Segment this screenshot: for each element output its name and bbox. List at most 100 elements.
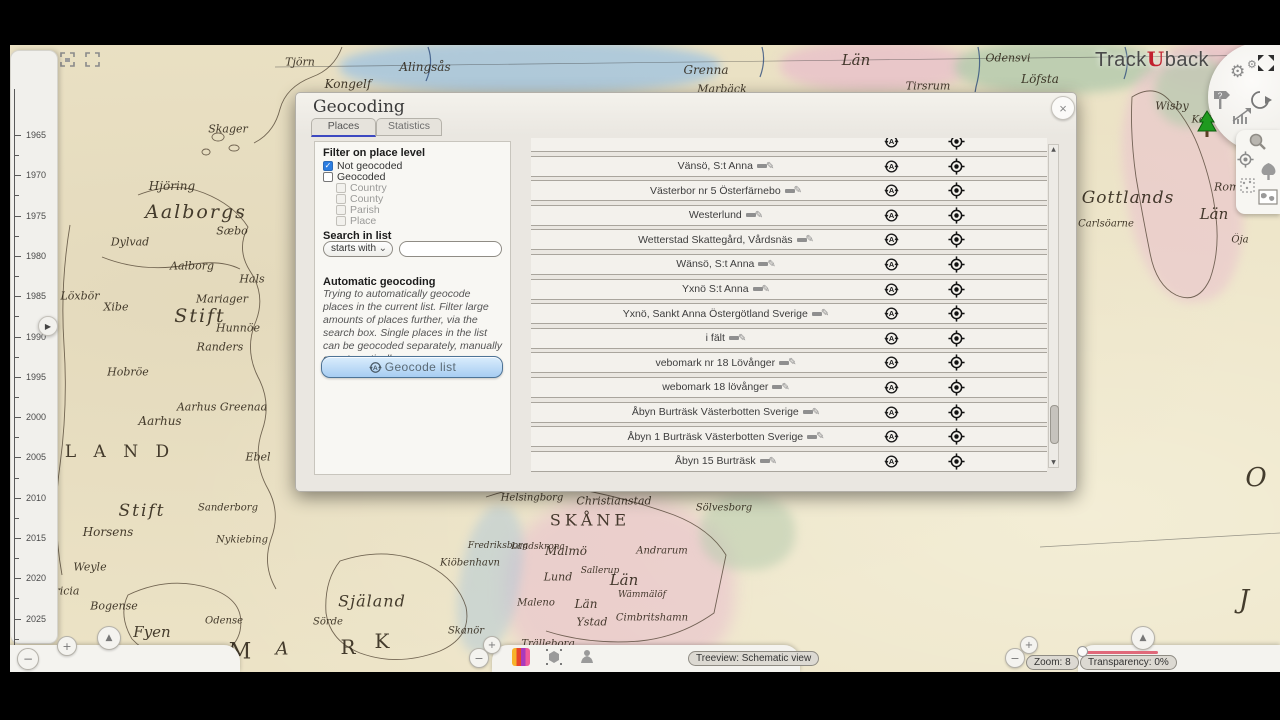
edit-icon[interactable]: ✎: [796, 234, 814, 245]
place-label: Åbyn 15 Burträsk: [675, 455, 756, 468]
auto-geocode-icon[interactable]: A: [883, 231, 900, 248]
place-name[interactable]: Wänsö, S:t Anna ✎: [531, 255, 921, 274]
tree-marker[interactable]: [1196, 110, 1218, 138]
world-map-icon[interactable]: [1258, 189, 1278, 205]
place-name[interactable]: Åbyn 15 Burträsk ✎: [531, 452, 921, 471]
restore-view-icon[interactable]: [59, 51, 76, 68]
geocode-list-button[interactable]: A Geocode list: [321, 356, 503, 378]
locate-icon[interactable]: [948, 138, 965, 150]
auto-geocode-icon[interactable]: A: [883, 281, 900, 298]
close-button[interactable]: ×: [1051, 96, 1075, 120]
bottom-left-expand-button[interactable]: ▲: [97, 626, 121, 650]
center-minus-button[interactable]: −: [469, 648, 489, 668]
scroll-down-icon[interactable]: ▼: [1049, 459, 1058, 466]
locate-icon[interactable]: [948, 207, 965, 224]
auto-geocode-icon[interactable]: A: [883, 207, 900, 224]
edit-icon[interactable]: ✎: [752, 284, 770, 295]
edit-icon[interactable]: ✎: [784, 185, 802, 196]
svg-text:A: A: [889, 211, 895, 220]
auto-geocode-icon[interactable]: A: [883, 182, 900, 199]
locate-icon[interactable]: [948, 330, 965, 347]
place-name[interactable]: Westerlund ✎: [531, 206, 921, 225]
frame-view-icon[interactable]: [84, 51, 101, 68]
list-scrollbar[interactable]: ▲ ▼: [1048, 144, 1059, 468]
magnifier-icon[interactable]: [1248, 132, 1267, 151]
place-name[interactable]: Vänsö, S:t Anna ✎: [531, 157, 921, 176]
auto-geocode-icon[interactable]: A: [883, 354, 900, 371]
edit-icon[interactable]: ✎: [758, 259, 776, 270]
locate-icon[interactable]: [948, 453, 965, 470]
timeline-year-label: 2000: [26, 412, 47, 423]
edit-icon[interactable]: ✎: [759, 456, 777, 467]
edit-icon[interactable]: ✎: [802, 407, 820, 418]
locate-icon[interactable]: [948, 182, 965, 199]
locate-icon[interactable]: [948, 428, 965, 445]
scrollbar-thumb[interactable]: [1050, 405, 1059, 444]
locate-icon[interactable]: [948, 403, 965, 421]
place-name[interactable]: Yxnö S:t Anna ✎: [531, 280, 921, 299]
edit-icon[interactable]: ✎: [745, 210, 763, 221]
auto-geocode-icon[interactable]: A: [883, 256, 900, 273]
auto-geocode-icon[interactable]: A: [883, 158, 900, 175]
timeline-zoom-in-button[interactable]: +: [57, 636, 77, 656]
place-name[interactable]: Åbyn 1 Burträsk Västerbotten Sverige ✎: [531, 427, 921, 446]
timeline-handle[interactable]: ▶: [38, 316, 58, 336]
svg-text:A: A: [889, 432, 895, 441]
fullscreen-icon[interactable]: [1256, 53, 1276, 73]
svg-text:A: A: [889, 457, 895, 466]
edit-icon[interactable]: ✎: [756, 161, 774, 172]
auto-geocode-icon[interactable]: A: [883, 305, 900, 322]
auto-geocode-icon[interactable]: A: [883, 404, 900, 421]
transparency-slider-track[interactable]: [1086, 651, 1158, 654]
table-row: Åbyn Burträsk Västerbotten Sverige ✎ A: [531, 401, 1047, 423]
locate-icon[interactable]: [948, 305, 965, 322]
locate-icon[interactable]: [948, 379, 965, 396]
map-zoom-out-button[interactable]: −: [1005, 648, 1025, 668]
search-mode-select[interactable]: starts with ⌄: [323, 241, 393, 257]
transparency-slider-handle[interactable]: [1077, 646, 1088, 657]
tab-statistics[interactable]: Statistics: [376, 118, 442, 136]
person-icon[interactable]: [578, 648, 596, 666]
place-name[interactable]: Västerbor nr 5 Österfärnebo ✎: [531, 181, 921, 200]
settings-gear-icon[interactable]: ⚙: [1230, 62, 1245, 82]
filter-option[interactable]: Geocoded: [323, 171, 402, 183]
locate-icon[interactable]: [948, 354, 965, 371]
place-name[interactable]: i fält ✎: [531, 329, 921, 348]
map-style-palette-icon[interactable]: [512, 648, 530, 666]
timeline-panel[interactable]: 1965 1970 1975 1980 1985 1990 1995 2000 2005 2010…: [10, 50, 58, 649]
treeview-icon[interactable]: [1259, 162, 1278, 181]
checkbox-icon[interactable]: [323, 171, 333, 182]
place-name[interactable]: vebomark nr 18 Lövånger ✎: [531, 353, 921, 372]
locate-icon[interactable]: [948, 280, 965, 298]
search-input[interactable]: [399, 241, 502, 257]
locate-icon[interactable]: [948, 256, 965, 273]
tab-places[interactable]: Places: [311, 118, 376, 137]
statistics-chart-icon[interactable]: [1230, 106, 1254, 126]
locate-target-icon[interactable]: [1237, 151, 1254, 168]
scroll-up-icon[interactable]: ▲: [1049, 146, 1058, 153]
timeline-zoom-out-button[interactable]: −: [17, 648, 39, 670]
filter-panel: Filter on place level ✓ Not geocoded Geoco…: [314, 141, 511, 475]
edit-icon[interactable]: ✎: [811, 308, 829, 319]
settings-gear-small-icon: ⚙: [1247, 58, 1257, 71]
locate-icon[interactable]: [948, 231, 965, 248]
auto-geocode-icon[interactable]: A: [883, 138, 900, 150]
place-name[interactable]: Yxnö, Sankt Anna Östergötland Sverige ✎: [531, 304, 921, 323]
auto-geocode-icon[interactable]: A: [883, 453, 900, 470]
map-selection-icon[interactable]: [1239, 177, 1256, 194]
edit-icon[interactable]: ✎: [779, 357, 797, 368]
locate-icon[interactable]: [948, 157, 965, 175]
bottom-right-expand-button[interactable]: ▲: [1131, 626, 1155, 650]
place-name[interactable]: webomark 18 lövånger ✎: [531, 378, 921, 397]
filter-option[interactable]: ✓ Not geocoded: [323, 160, 402, 172]
edit-icon[interactable]: ✎: [772, 382, 790, 393]
place-name[interactable]: Wetterstad Skattegård, Vårdsnäs ✎: [531, 230, 921, 249]
hexagon-cluster-icon[interactable]: [545, 648, 563, 666]
auto-geocode-icon[interactable]: A: [883, 330, 900, 347]
edit-icon[interactable]: ✎: [728, 333, 746, 344]
edit-icon[interactable]: ✎: [807, 431, 825, 442]
place-name[interactable]: Åbyn Burträsk Västerbotten Sverige ✎: [531, 403, 921, 422]
auto-geocode-icon[interactable]: A: [883, 428, 900, 445]
auto-geocode-icon[interactable]: A: [883, 379, 900, 396]
checkbox-checked-icon[interactable]: ✓: [323, 160, 333, 171]
